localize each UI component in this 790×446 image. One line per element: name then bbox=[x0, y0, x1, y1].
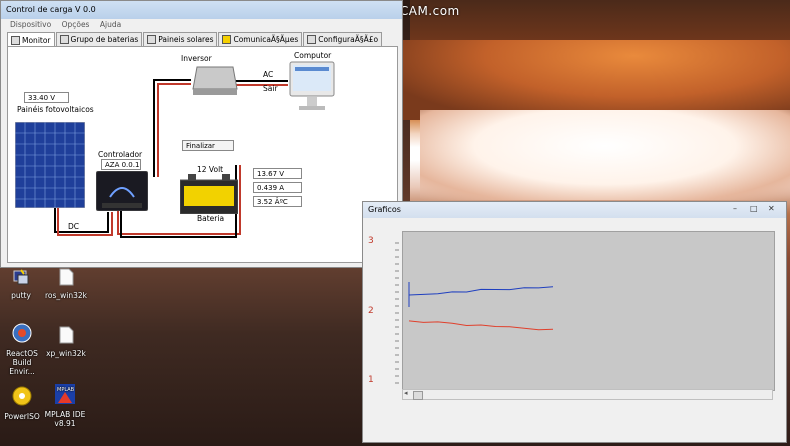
chart-series-line-2 bbox=[408, 320, 554, 331]
y-tick-label: 1 bbox=[368, 375, 374, 385]
inverter-label: Inversor bbox=[181, 54, 212, 63]
graphs-title: Graficos bbox=[363, 202, 786, 218]
tab-configuracao[interactable]: ConfiguraÃ§Ã£o bbox=[303, 32, 383, 46]
desktop-icon-label: ReactOS Build Envir... bbox=[6, 349, 38, 376]
tab-monitor[interactable]: Monitor bbox=[7, 32, 55, 47]
desktop-icon-label: putty bbox=[11, 291, 31, 300]
menu-ajuda[interactable]: Ajuda bbox=[100, 20, 121, 29]
mplab-icon: MPLAB bbox=[55, 384, 75, 404]
scrollbar-thumb[interactable] bbox=[413, 391, 423, 400]
chart-svg bbox=[408, 282, 554, 331]
window-title: Control de carga V 0.0 bbox=[1, 1, 402, 19]
menu-dispositivo[interactable]: Dispositivo bbox=[10, 20, 51, 29]
finalize-button[interactable]: Finalizar bbox=[182, 140, 234, 151]
computer-label: Computor bbox=[294, 51, 332, 60]
y-tick-label: 3 bbox=[368, 236, 374, 246]
battery-icon bbox=[180, 174, 238, 214]
desktop-icon-label: xp_win32k bbox=[46, 349, 86, 358]
battery-current-readout: 0.439 A bbox=[253, 182, 302, 193]
minimize-icon[interactable]: – bbox=[733, 204, 737, 213]
poweriso-icon bbox=[12, 386, 32, 406]
tab-label: Paineis solares bbox=[158, 35, 214, 44]
wallpaper-glow bbox=[420, 110, 790, 200]
control-window: Control de carga V 0.0 Dispositivo Opçõe… bbox=[0, 0, 403, 268]
monitor-panel: 33.40 V Painéis fotovoltaicos DC Control… bbox=[7, 46, 398, 263]
panel-icon bbox=[147, 35, 157, 44]
panel-label: Painéis fotovoltaicos bbox=[17, 105, 94, 114]
desktop-icon-reactos[interactable]: ReactOS Build Envir... bbox=[0, 322, 44, 376]
desktop-icon-mplab[interactable]: MPLAB MPLAB IDE v8.91 bbox=[44, 383, 86, 428]
y-axis-ticks bbox=[395, 242, 399, 384]
battery-temp-readout: 3.52 ÂºC bbox=[253, 196, 302, 207]
settings-icon bbox=[307, 35, 317, 44]
tab-comunicacoes[interactable]: ComunicaÃ§Ãµes bbox=[218, 32, 303, 46]
controller-version: AZA 0.0.1 bbox=[101, 159, 141, 170]
file-icon bbox=[59, 326, 74, 344]
ac-label: AC bbox=[263, 70, 274, 79]
tab-label: Monitor bbox=[22, 35, 51, 45]
battery-type-label: 12 Volt bbox=[197, 165, 224, 174]
battery-label: Bateria bbox=[197, 214, 225, 223]
graphs-window: Graficos – □ ✕ 3 2 1 ◂ bbox=[362, 201, 787, 443]
panel-voltage-readout: 33.40 V bbox=[24, 92, 69, 103]
tab-grupo-baterias[interactable]: Grupo de baterias bbox=[55, 32, 143, 46]
close-icon[interactable]: ✕ bbox=[768, 204, 775, 213]
tab-label: ConfiguraÃ§Ã£o bbox=[318, 35, 379, 44]
tab-paineis-solares[interactable]: Paineis solares bbox=[143, 32, 218, 46]
desktop-icon-xp-win32k[interactable]: xp_win32k bbox=[45, 326, 87, 358]
horizontal-scrollbar[interactable]: ◂ bbox=[402, 389, 773, 400]
dc-label: DC bbox=[68, 222, 80, 231]
tab-label: ComunicaÃ§Ãµes bbox=[233, 35, 299, 44]
inverter-icon bbox=[192, 66, 238, 95]
desktop-icon-label: MPLAB IDE v8.91 bbox=[44, 410, 86, 428]
svg-text:MPLAB: MPLAB bbox=[57, 387, 75, 393]
scroll-left-icon[interactable]: ◂ bbox=[404, 389, 408, 397]
computer-icon bbox=[289, 61, 335, 110]
tab-label: Grupo de baterias bbox=[70, 35, 139, 44]
star-icon bbox=[222, 35, 232, 44]
putty-icon bbox=[13, 269, 29, 285]
output-label: Sair bbox=[263, 84, 278, 93]
battery-icon bbox=[59, 35, 69, 44]
battery-voltage-readout: 13.67 V bbox=[253, 168, 302, 179]
tab-bar: Monitor Grupo de baterias Paineis solare… bbox=[7, 32, 383, 47]
chart-plot-area bbox=[402, 231, 775, 391]
chart-series-line-1 bbox=[408, 286, 554, 296]
file-icon bbox=[59, 268, 74, 286]
reactos-icon bbox=[12, 323, 32, 343]
desktop-icon-ros-win32k[interactable]: ros_win32k bbox=[44, 268, 88, 300]
menu-opcoes[interactable]: Opções bbox=[62, 20, 90, 29]
desktop-icon-label: ros_win32k bbox=[44, 291, 88, 300]
solar-panel-icon bbox=[15, 122, 85, 208]
desktop-icon-putty[interactable]: putty bbox=[2, 268, 40, 300]
wallpaper-arch bbox=[400, 40, 790, 120]
menu-bar: Dispositivo Opções Ajuda bbox=[1, 19, 402, 30]
monitor-icon bbox=[11, 35, 20, 45]
controller-label: Controlador bbox=[98, 150, 143, 159]
y-tick-label: 2 bbox=[368, 306, 374, 316]
desktop-icon-poweriso[interactable]: PowerISO bbox=[2, 385, 42, 421]
maximize-icon[interactable]: □ bbox=[750, 204, 758, 213]
desktop-icon-label: PowerISO bbox=[4, 412, 40, 421]
charge-controller-icon bbox=[96, 171, 148, 211]
